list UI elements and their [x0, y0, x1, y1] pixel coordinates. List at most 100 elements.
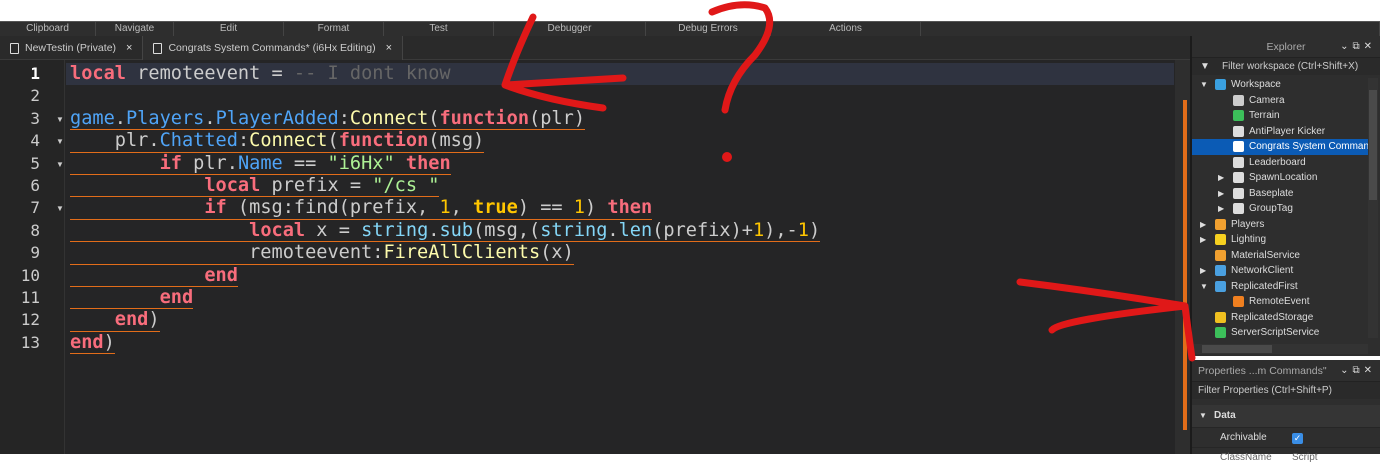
code-token: ) — [808, 219, 821, 241]
place-icon — [10, 42, 19, 54]
toolbar-group-edit[interactable]: Edit — [174, 22, 284, 36]
panel-controls[interactable]: ⌄⧉✕ — [1340, 36, 1376, 58]
explorer-item[interactable]: AntiPlayer Kicker — [1192, 124, 1368, 140]
panel-controls[interactable]: ⌄⧉✕ — [1340, 360, 1376, 382]
expand-closed-icon[interactable]: ▶ — [1200, 217, 1206, 233]
code-token: ),- — [764, 219, 798, 241]
code-line[interactable]: end) — [70, 332, 820, 355]
code-token: ) — [585, 197, 608, 219]
toolbar-group-test[interactable]: Test — [384, 22, 494, 36]
ribbon-toolbar: Clipboard Navigate Edit Format Test Debugger D… — [0, 21, 1380, 36]
code-token: . — [114, 107, 126, 129]
code-line[interactable]: local remoteevent = -- I dont know — [70, 63, 820, 85]
code-token: true — [473, 197, 518, 219]
replicated-first-icon — [1215, 280, 1226, 292]
explorer-item-label: Players — [1231, 218, 1265, 230]
property-classname: ClassName Script — [1192, 447, 1380, 467]
explorer-item-label: ReplicatedStorage — [1231, 311, 1314, 323]
code-editor[interactable]: 1 2 3 ▼ 4 ▼ 5 ▼ 6 7 ▼ 8 9 10 11 12 13 local remoteevent … — [0, 60, 1175, 454]
fold-toggle-icon[interactable]: ▼ — [56, 160, 64, 169]
expand-closed-icon[interactable]: ▶ — [1218, 201, 1224, 217]
code-line[interactable]: end — [70, 265, 820, 287]
code-line[interactable]: remoteevent:FireAllClients(x) — [70, 242, 820, 265]
expand-closed-icon[interactable]: ▶ — [1200, 232, 1206, 248]
editor-scrollbar[interactable] — [1175, 60, 1190, 454]
explorer-item[interactable]: Congrats System Commands — [1192, 139, 1368, 155]
code-line[interactable]: local prefix = "/cs " — [70, 174, 820, 198]
explorer-item[interactable]: ReplicatedStorage — [1192, 310, 1368, 326]
expand-open-icon[interactable]: ▼ — [1200, 279, 1208, 295]
toolbar-group-debug-errors[interactable]: Debug Errors — [646, 22, 771, 36]
line-number: 5 — [30, 153, 40, 173]
explorer-filter-input[interactable]: ▼ Filter workspace (Ctrl+Shift+X) — [1192, 58, 1380, 75]
explorer-item[interactable]: ▶ Baseplate — [1192, 186, 1368, 202]
explorer-item[interactable]: ▶ GroupTag — [1192, 201, 1368, 217]
fold-toggle-icon[interactable]: ▼ — [56, 115, 64, 124]
toolbar-group-format[interactable]: Format — [284, 22, 384, 36]
section-data[interactable]: ▼ Data — [1192, 405, 1380, 427]
code-line[interactable]: end) — [70, 309, 820, 332]
toolbar-group-clipboard[interactable]: Clipboard — [0, 22, 96, 36]
explorer-item[interactable]: ▼ Workspace — [1192, 77, 1368, 93]
remote-event-icon — [1233, 296, 1244, 307]
code-line[interactable] — [70, 85, 820, 107]
explorer-item[interactable]: Camera — [1192, 93, 1368, 109]
toolbar-group-debugger[interactable]: Debugger — [494, 22, 646, 36]
code-line-text: end) — [70, 332, 115, 355]
storage-icon — [1215, 311, 1226, 323]
expand-closed-icon[interactable]: ▶ — [1218, 186, 1224, 202]
explorer-title: Explorer — [1266, 41, 1306, 53]
code-token: (msg) — [428, 130, 485, 152]
explorer-item[interactable]: ▶ SpawnLocation — [1192, 170, 1368, 186]
code-token: "/cs " — [372, 174, 440, 196]
explorer-item[interactable]: Terrain — [1192, 108, 1368, 124]
toolbar-group-navigate[interactable]: Navigate — [96, 22, 174, 36]
script-icon — [153, 42, 163, 54]
properties-filter-input[interactable]: Filter Properties (Ctrl+Shift+P) — [1192, 382, 1380, 399]
explorer-item[interactable]: ▶ Lighting — [1192, 232, 1368, 248]
properties-panel: Properties ...m Commands" ⌄⧉✕ Filter Prop… — [1190, 360, 1380, 463]
explorer-item[interactable]: ▼ ReplicatedFirst — [1192, 279, 1368, 295]
tab-1[interactable]: Congrats System Commands* (i6Hx Editing)… — [142, 36, 404, 60]
explorer-item[interactable]: ServerScriptService — [1192, 325, 1368, 341]
code-line[interactable]: plr.Chatted:Connect(function(msg) — [70, 130, 820, 153]
expand-open-icon[interactable]: ▼ — [1200, 77, 1208, 93]
code-token: end — [159, 286, 194, 308]
explorer-hscrollbar[interactable] — [1192, 344, 1368, 354]
toolbar-group-actions[interactable]: Actions — [771, 22, 921, 36]
explorer-item[interactable]: Leaderboard — [1192, 155, 1368, 171]
line-number: 3 — [30, 108, 40, 128]
code-token: Connect — [349, 107, 429, 129]
code-line[interactable]: end — [70, 286, 820, 310]
code-content[interactable]: local remoteevent = -- I dont know game.P… — [70, 63, 821, 355]
explorer-item[interactable]: ▶ Players — [1192, 217, 1368, 233]
code-line[interactable]: game.Players.PlayerAdded:Connect(functio… — [70, 107, 820, 131]
explorer-item[interactable]: MaterialService — [1192, 248, 1368, 264]
explorer-item[interactable]: RemoteEvent — [1192, 294, 1368, 310]
explorer-item[interactable]: ▶ NetworkClient — [1192, 263, 1368, 279]
toolbar-spacer — [921, 22, 1380, 36]
globe-icon — [1215, 79, 1226, 90]
fold-toggle-icon[interactable]: ▼ — [56, 204, 64, 213]
code-line[interactable]: if plr.Name == "i6Hx" then — [70, 153, 820, 175]
expand-closed-icon[interactable]: ▶ — [1218, 170, 1224, 186]
close-tab-button[interactable]: × — [386, 42, 392, 54]
code-line-text: end — [70, 286, 194, 310]
code-line[interactable]: if (msg:find(prefix, 1, true) == 1) then — [70, 197, 820, 220]
code-line-text: remoteevent:FireAllClients(x) — [70, 242, 574, 265]
fold-toggle-icon[interactable]: ▼ — [56, 137, 64, 146]
explorer-scrollbar[interactable] — [1368, 78, 1378, 338]
tab-0[interactable]: NewTestin (Private) × — [0, 36, 142, 60]
archivable-checkbox[interactable]: ✓ — [1292, 433, 1303, 444]
line-number: 9 — [30, 243, 40, 263]
filter-placeholder: Filter Properties (Ctrl+Shift+P) — [1198, 385, 1332, 396]
code-line[interactable]: local x = string.sub(msg,(string.len(pre… — [70, 219, 821, 243]
code-token: 1 — [573, 197, 585, 219]
code-token: x = — [305, 219, 362, 241]
terrain-icon — [1233, 110, 1244, 121]
close-tab-button[interactable]: × — [126, 42, 132, 54]
expand-closed-icon[interactable]: ▶ — [1200, 263, 1206, 279]
